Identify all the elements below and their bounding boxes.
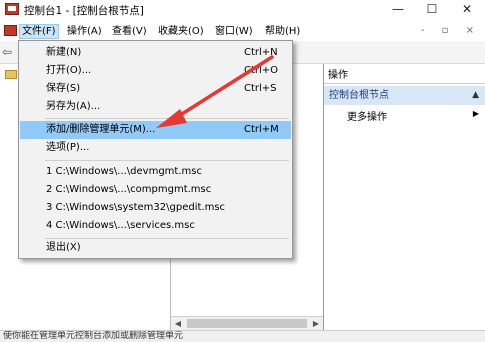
collapse-up-icon[interactable]: ▲ xyxy=(472,86,479,105)
menu-item-label: 新建(N) xyxy=(46,47,82,58)
minimize-button[interactable]: — xyxy=(381,0,415,20)
menu-item-label: 添加/删除管理单元(M)... xyxy=(46,124,156,135)
menu-item-shortcut: Ctrl+O xyxy=(244,65,279,76)
menu-item-recent-4[interactable]: 4 C:\Windows\...\services.msc xyxy=(20,217,291,235)
status-bar: 使你能在管理单元控制台添加或删除管理单元 xyxy=(0,330,485,342)
more-actions-item[interactable]: 更多操作 xyxy=(347,108,387,123)
menu-item-save-as[interactable]: 另存为(A)... xyxy=(20,98,291,116)
menu-favorites[interactable]: 收藏夹(O) xyxy=(156,24,206,39)
menu-help[interactable]: 帮助(H) xyxy=(263,24,302,39)
menu-item-label: 退出(X) xyxy=(46,242,81,253)
submenu-arrow-icon: ▶ xyxy=(472,109,479,118)
title-bar: 控制台1 - [控制台根节点] — ☐ ✕ xyxy=(0,0,485,20)
horizontal-scrollbar[interactable]: ◀ ▶ xyxy=(171,316,323,330)
menu-item-exit[interactable]: 退出(X) xyxy=(20,239,291,257)
close-button[interactable]: ✕ xyxy=(450,0,484,20)
menu-item-shortcut: Ctrl+S xyxy=(244,83,277,94)
menu-item-shortcut: Ctrl+M xyxy=(244,124,279,135)
menu-item-recent-1[interactable]: 1 C:\Windows\...\devmgmt.msc xyxy=(20,163,291,181)
action-pane-header: 操作 xyxy=(324,67,485,84)
folder-icon[interactable] xyxy=(5,70,17,79)
mmc-app-icon xyxy=(5,3,19,15)
menu-item-label: 4 C:\Windows\...\services.msc xyxy=(46,220,195,231)
menu-window[interactable]: 窗口(W) xyxy=(213,24,255,39)
menu-item-save[interactable]: 保存(S) Ctrl+S xyxy=(20,80,291,98)
scroll-left-icon[interactable]: ◀ xyxy=(171,317,185,330)
menu-item-label: 选项(P)... xyxy=(46,142,90,153)
mdi-window-controls[interactable]: - ▫ × xyxy=(421,25,481,36)
menu-item-open[interactable]: 打开(O)... Ctrl+O xyxy=(20,62,291,80)
menu-separator xyxy=(45,160,289,161)
scroll-right-icon[interactable]: ▶ xyxy=(309,317,323,330)
menu-item-recent-3[interactable]: 3 C:\Windows\system32\gpedit.msc xyxy=(20,199,291,217)
menu-file[interactable]: 文件(F) xyxy=(19,24,59,39)
menu-item-label: 2 C:\Windows\...\compmgmt.msc xyxy=(46,184,212,195)
menu-bar: 文件(F) 操作(A) 查看(V) 收藏夹(O) 窗口(W) 帮助(H) - ▫… xyxy=(0,22,485,40)
menu-item-label: 打开(O)... xyxy=(46,65,92,76)
maximize-button[interactable]: ☐ xyxy=(415,0,449,20)
window-title: 控制台1 - [控制台根节点] xyxy=(24,5,144,17)
back-arrow-icon[interactable]: ⇦ xyxy=(2,46,14,58)
console-doc-icon[interactable] xyxy=(4,25,17,36)
action-section-console-root[interactable]: 控制台根节点 ▲ xyxy=(324,86,485,105)
menu-item-new[interactable]: 新建(N) Ctrl+N xyxy=(20,44,291,62)
menu-separator xyxy=(45,118,289,119)
menu-item-label: 另存为(A)... xyxy=(46,101,101,112)
action-section-label: 控制台根节点 xyxy=(329,90,389,101)
menu-view[interactable]: 查看(V) xyxy=(110,24,149,39)
menu-item-recent-2[interactable]: 2 C:\Windows\...\compmgmt.msc xyxy=(20,181,291,199)
menu-item-label: 3 C:\Windows\system32\gpedit.msc xyxy=(46,202,226,213)
menu-item-options[interactable]: 选项(P)... xyxy=(20,139,291,157)
file-menu-dropdown: 新建(N) Ctrl+N 打开(O)... Ctrl+O 保存(S) Ctrl+… xyxy=(18,40,293,259)
scroll-thumb[interactable] xyxy=(187,319,307,328)
menu-action[interactable]: 操作(A) xyxy=(65,24,104,39)
menu-item-add-remove-snapin[interactable]: 添加/删除管理单元(M)... Ctrl+M xyxy=(20,121,291,139)
menu-item-label: 1 C:\Windows\...\devmgmt.msc xyxy=(46,166,202,177)
menu-item-label: 保存(S) xyxy=(46,83,81,94)
menu-item-shortcut: Ctrl+N xyxy=(244,47,278,58)
